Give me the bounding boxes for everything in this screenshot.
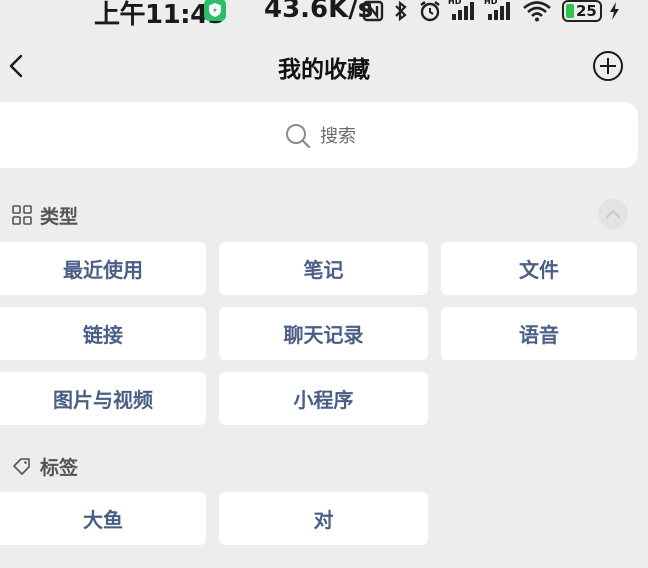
battery-percent: 25 xyxy=(576,2,597,20)
type-notes[interactable]: 笔记 xyxy=(219,242,428,295)
grid-icon xyxy=(12,205,32,225)
shield-icon xyxy=(204,0,226,21)
plus-circle-icon xyxy=(593,51,623,81)
battery-level xyxy=(566,4,574,18)
cell-signal-icon: HD xyxy=(448,0,480,26)
alarm-icon xyxy=(418,0,442,26)
add-button[interactable] xyxy=(592,50,624,82)
tag-item[interactable]: 对 xyxy=(219,492,428,545)
status-bar: 上午11:43 43.6K/s HD HD 25 xyxy=(0,0,648,30)
type-mini-programs[interactable]: 小程序 xyxy=(219,372,428,425)
page-title: 我的收藏 xyxy=(278,57,370,83)
tag-item[interactable]: 大鱼 xyxy=(0,492,206,545)
cell-signal-icon-2: HD xyxy=(484,0,516,26)
type-links[interactable]: 链接 xyxy=(0,307,206,360)
battery-icon: 25 xyxy=(562,0,602,22)
signal-label: HD xyxy=(448,0,462,6)
nfc-icon xyxy=(362,0,384,26)
search-bar[interactable]: 搜索 xyxy=(0,102,638,168)
network-speed: 43.6K/s xyxy=(264,0,374,24)
chevron-up-icon xyxy=(606,210,620,218)
nav-bar: 我的收藏 xyxy=(0,44,648,88)
tag-icon xyxy=(13,458,30,475)
type-recent[interactable]: 最近使用 xyxy=(0,242,206,295)
charging-icon xyxy=(607,1,621,25)
tags-title: 标签 xyxy=(40,457,79,479)
type-chat-history[interactable]: 聊天记录 xyxy=(219,307,428,360)
types-title: 类型 xyxy=(40,206,79,228)
wifi-icon xyxy=(522,0,552,26)
search-placeholder: 搜索 xyxy=(320,126,356,147)
collapse-button[interactable] xyxy=(598,199,628,229)
bluetooth-icon xyxy=(392,0,410,26)
signal-label-2: HD xyxy=(484,0,498,6)
type-files[interactable]: 文件 xyxy=(441,242,637,295)
search-icon xyxy=(286,124,311,149)
type-voice[interactable]: 语音 xyxy=(441,307,637,360)
type-images-videos[interactable]: 图片与视频 xyxy=(0,372,206,425)
